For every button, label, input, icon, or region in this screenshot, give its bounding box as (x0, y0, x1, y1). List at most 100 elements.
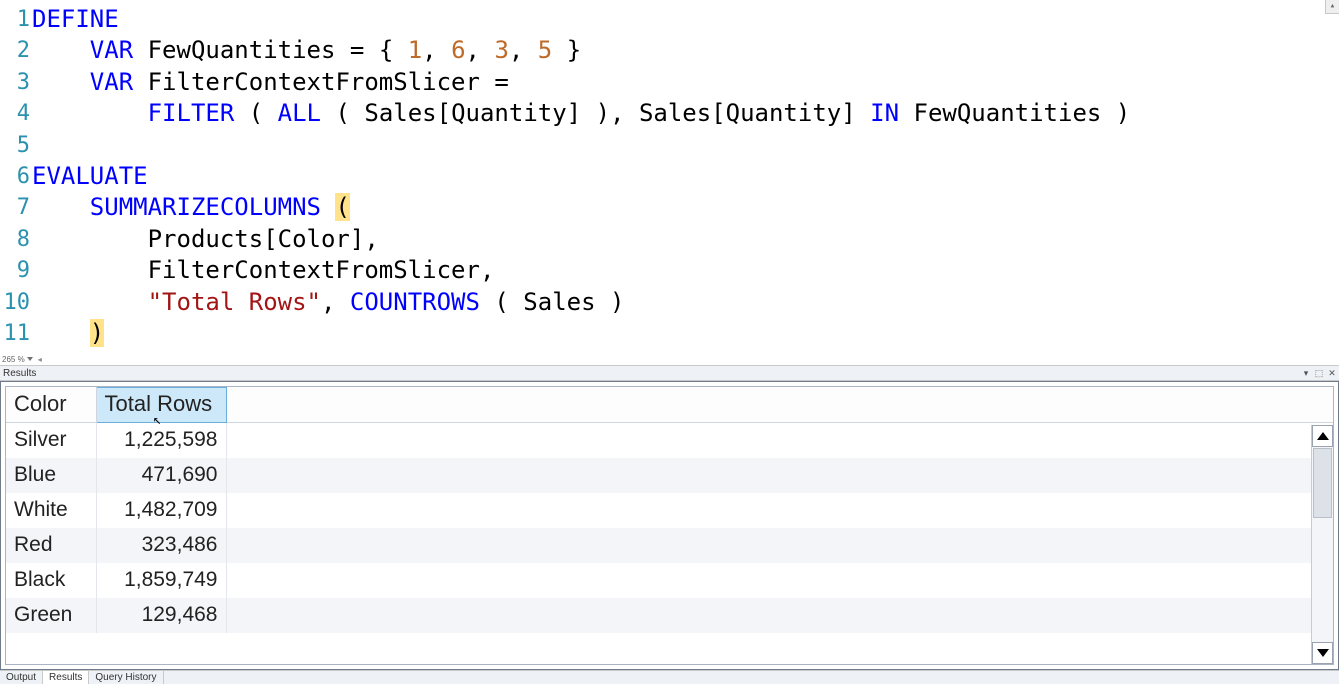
cell-color: White (6, 493, 96, 528)
num-lit: 3 (494, 36, 508, 64)
code-line: 6 EVALUATE (0, 161, 1339, 192)
cell-total: 1,482,709 (96, 493, 226, 528)
comma: , (466, 36, 495, 64)
table-row[interactable]: Blue 471,690 (6, 458, 1333, 493)
triangle-down-icon (1317, 649, 1329, 657)
line-number: 10 (0, 287, 32, 318)
kw-countrows: COUNTROWS (350, 288, 480, 316)
ident: FewQuantities (148, 36, 336, 64)
cell-spacer (226, 563, 1333, 598)
table-header-row: Color Total Rows (6, 388, 1333, 423)
cell-total: 471,690 (96, 458, 226, 493)
results-grid[interactable]: Color Total Rows Silver 1,225,598 Blue 4… (5, 386, 1334, 665)
results-panel-titlebar[interactable]: Results ▾ ⬚ ✕ (0, 365, 1339, 381)
line-number: 6 (0, 161, 32, 192)
line-number: 9 (0, 255, 32, 286)
results-table[interactable]: Color Total Rows Silver 1,225,598 Blue 4… (6, 387, 1333, 633)
cell-color: Blue (6, 458, 96, 493)
scroll-down-button[interactable] (1312, 642, 1333, 664)
zoom-label: 265 % (2, 355, 25, 364)
close-icon[interactable]: ✕ (1327, 367, 1337, 379)
editor-zoom-status[interactable]: 265 % ◂ (0, 353, 1339, 365)
kw-define: DEFINE (32, 5, 119, 33)
paren-match-close: ) (90, 319, 104, 347)
pin-icon[interactable]: ⬚ (1314, 367, 1324, 379)
tab-output[interactable]: Output (0, 671, 43, 684)
line-number: 2 (0, 35, 32, 66)
scroll-left-icon[interactable]: ◂ (38, 355, 42, 364)
code-line: 11 ) (0, 318, 1339, 349)
code-editor[interactable]: ▴ 1 DEFINE 2 VAR FewQuantities = { 1, 6,… (0, 0, 1339, 365)
table-ref: Sales (523, 288, 595, 316)
tab-results[interactable]: Results (43, 671, 89, 684)
bottom-tabstrip: Output Results Query History (0, 670, 1339, 684)
results-panel-title: Results (3, 368, 36, 379)
brace-close: } (552, 36, 581, 64)
code-line: 5 (0, 130, 1339, 161)
kw-var: VAR (90, 36, 133, 64)
string-lit: "Total Rows" (148, 288, 321, 316)
kw-evaluate: EVALUATE (32, 162, 148, 190)
paren: ( (234, 99, 277, 127)
table-row[interactable]: Green 129,468 (6, 598, 1333, 633)
line-number: 1 (0, 4, 32, 35)
line-number: 11 (0, 318, 32, 349)
cell-color: Black (6, 563, 96, 598)
vertical-scrollbar[interactable] (1311, 425, 1333, 664)
cell-color: Silver (6, 423, 96, 458)
num-lit: 5 (538, 36, 552, 64)
cell-spacer (226, 598, 1333, 633)
code-line: 3 VAR FilterContextFromSlicer = (0, 67, 1339, 98)
paren: ) (596, 288, 625, 316)
comma: , (509, 36, 538, 64)
col-header-total-rows[interactable]: Total Rows (96, 388, 226, 423)
code-line: 10 "Total Rows", COUNTROWS ( Sales ) (0, 287, 1339, 318)
table-row[interactable]: Silver 1,225,598 (6, 423, 1333, 458)
cell-spacer (226, 423, 1333, 458)
paren: ( (321, 99, 364, 127)
col-ref: Sales[Quantity] (364, 99, 581, 127)
comma: , (321, 288, 350, 316)
col-ref: Sales[Quantity] (639, 99, 856, 127)
code-lines: 1 DEFINE 2 VAR FewQuantities = { 1, 6, 3… (0, 0, 1339, 349)
code-line: 8 Products[Color], (0, 224, 1339, 255)
cell-total: 1,225,598 (96, 423, 226, 458)
cell-spacer (226, 493, 1333, 528)
table-row[interactable]: Red 323,486 (6, 528, 1333, 563)
line-number: 5 (0, 130, 32, 161)
paren: ( (480, 288, 523, 316)
scroll-up-button[interactable] (1312, 425, 1333, 447)
comma: , (422, 36, 451, 64)
op-eq: = (335, 36, 378, 64)
scroll-thumb[interactable] (1313, 448, 1332, 518)
dropdown-icon[interactable] (27, 356, 34, 363)
tab-query-history[interactable]: Query History (89, 671, 163, 684)
cell-total: 1,859,749 (96, 563, 226, 598)
num-lit: 6 (451, 36, 465, 64)
num-lit: 1 (408, 36, 422, 64)
paren-match-open: ( (335, 193, 349, 221)
cell-spacer (226, 528, 1333, 563)
col-header-color[interactable]: Color (6, 388, 96, 423)
results-grid-container: Color Total Rows Silver 1,225,598 Blue 4… (0, 381, 1339, 670)
code-line: 7 SUMMARIZECOLUMNS ( (0, 192, 1339, 223)
ident: FewQuantities (914, 99, 1102, 127)
brace-open: { (379, 36, 408, 64)
scroll-up-stub[interactable]: ▴ (1325, 0, 1339, 14)
paren: ) (1101, 99, 1130, 127)
code-line: 4 FILTER ( ALL ( Sales[Quantity] ), Sale… (0, 98, 1339, 129)
comma: , (610, 99, 639, 127)
table-row[interactable]: White 1,482,709 (6, 493, 1333, 528)
kw-all: ALL (278, 99, 321, 127)
kw-in: IN (870, 99, 899, 127)
table-row[interactable]: Black 1,859,749 (6, 563, 1333, 598)
ident: FilterContextFromSlicer (148, 256, 480, 284)
triangle-up-icon (1317, 432, 1329, 440)
line-number: 8 (0, 224, 32, 255)
cell-color: Green (6, 598, 96, 633)
paren: ) (581, 99, 610, 127)
kw-summarize: SUMMARIZECOLUMNS (90, 193, 321, 221)
line-number: 7 (0, 192, 32, 223)
dropdown-icon[interactable]: ▾ (1301, 367, 1311, 379)
kw-var: VAR (90, 68, 133, 96)
